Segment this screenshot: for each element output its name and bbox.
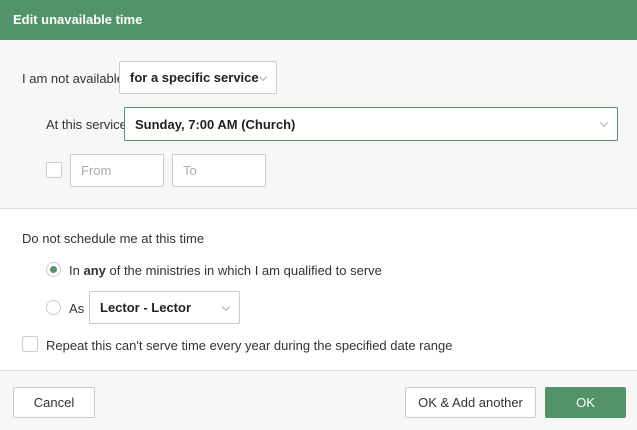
dialog-title: Edit unavailable time xyxy=(0,0,637,40)
repeat-yearly-checkbox[interactable] xyxy=(22,336,38,352)
ministry-value: Lector - Lector xyxy=(100,300,192,315)
from-time-input[interactable]: From xyxy=(70,154,164,187)
radio-any-ministry-label: In any of the ministries in which I am q… xyxy=(69,263,382,278)
chevron-down-icon xyxy=(599,118,609,128)
from-placeholder: From xyxy=(81,163,112,178)
radio-as-label: As xyxy=(69,301,85,316)
radio-specific-ministry[interactable] xyxy=(46,300,61,315)
to-time-input[interactable]: To xyxy=(172,154,266,187)
service-section: I am not available for a specific servic… xyxy=(0,40,637,209)
ok-add-another-button[interactable]: OK & Add another xyxy=(405,387,536,418)
service-select[interactable]: Sunday, 7:00 AM (Church) xyxy=(124,107,618,141)
cancel-button[interactable]: Cancel xyxy=(13,387,95,418)
time-range-checkbox[interactable] xyxy=(46,162,62,178)
availability-label: I am not available xyxy=(22,71,124,86)
repeat-yearly-label: Repeat this can't serve time every year … xyxy=(46,338,453,353)
chevron-down-icon xyxy=(221,302,231,311)
schedule-heading: Do not schedule me at this time xyxy=(22,231,205,246)
ministry-select[interactable]: Lector - Lector xyxy=(89,291,240,324)
radio-any-ministry[interactable] xyxy=(46,262,61,277)
dialog-footer: Cancel OK & Add another OK xyxy=(0,370,637,430)
availability-type-select[interactable]: for a specific service xyxy=(119,61,277,94)
availability-type-value: for a specific service xyxy=(130,70,259,85)
service-value: Sunday, 7:00 AM (Church) xyxy=(135,116,296,132)
ok-button[interactable]: OK xyxy=(545,387,626,418)
to-placeholder: To xyxy=(183,163,197,178)
service-label: At this service xyxy=(46,117,127,132)
schedule-section: Do not schedule me at this time In any o… xyxy=(0,209,637,370)
chevron-down-icon xyxy=(258,72,268,81)
